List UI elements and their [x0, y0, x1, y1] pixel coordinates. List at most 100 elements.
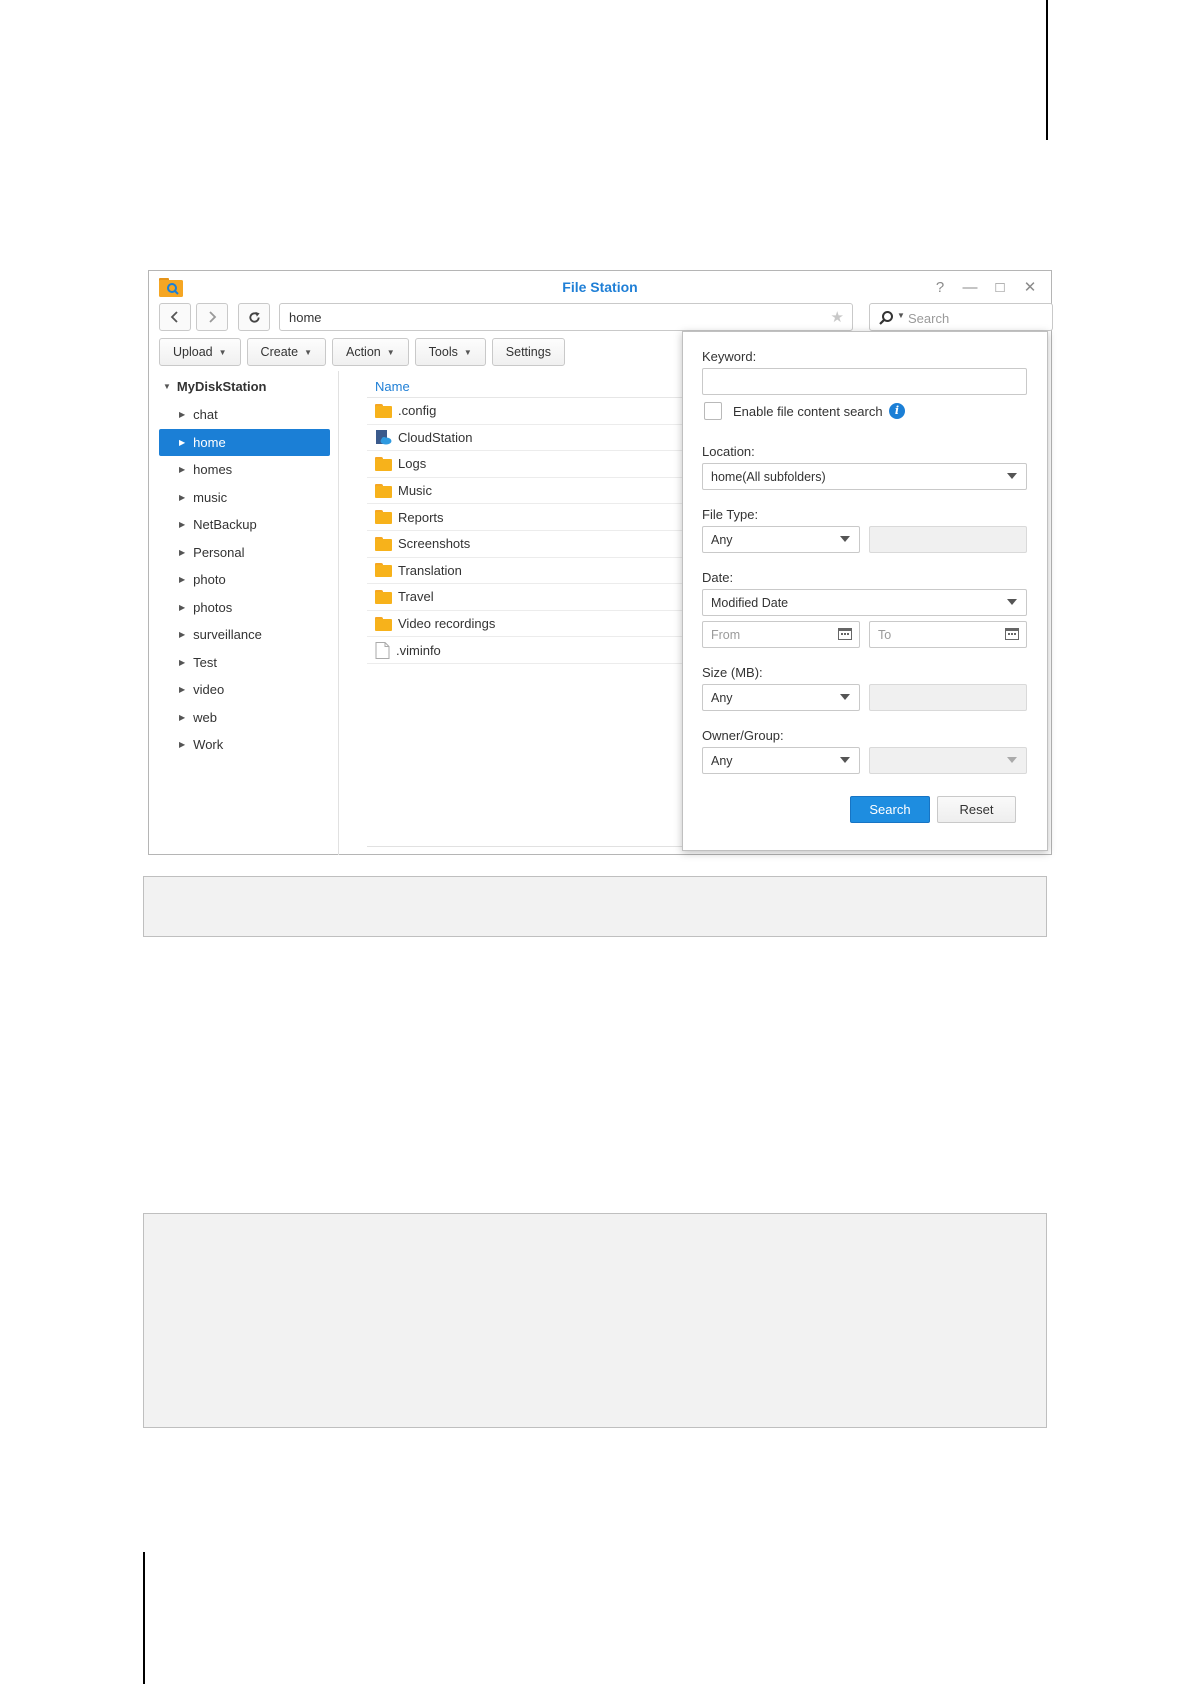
file-icon	[375, 641, 390, 659]
size-select[interactable]: Any	[702, 684, 860, 711]
tree-item-video[interactable]: ▶ video	[159, 676, 330, 704]
caret-down-icon[interactable]: ▼	[897, 311, 905, 320]
keyword-input[interactable]	[702, 368, 1027, 395]
file-row[interactable]: .config	[367, 398, 687, 425]
triangle-right-icon[interactable]: ▶	[179, 658, 185, 667]
create-button[interactable]: Create ▼	[246, 338, 326, 366]
triangle-right-icon[interactable]: ▶	[179, 575, 185, 584]
refresh-button[interactable]	[238, 303, 270, 331]
tree-root[interactable]: ▼ MyDiskStation	[163, 379, 267, 394]
triangle-right-icon[interactable]: ▶	[179, 465, 185, 474]
triangle-right-icon[interactable]: ▶	[179, 630, 185, 639]
triangle-right-icon[interactable]: ▶	[179, 520, 185, 529]
search-input[interactable]: ▼ Search	[869, 303, 1053, 331]
triangle-right-icon[interactable]: ▶	[179, 548, 185, 557]
tree-item-label: surveillance	[193, 627, 262, 643]
date-label: Date:	[702, 570, 734, 585]
file-type-select[interactable]: Any	[702, 526, 860, 553]
tree-item-photos[interactable]: ▶ photos	[159, 594, 330, 622]
location-label: Location:	[702, 444, 755, 459]
info-icon[interactable]: i	[889, 403, 905, 419]
path-input[interactable]: home ★	[279, 303, 853, 331]
close-icon[interactable]: ✕	[1017, 276, 1043, 298]
settings-label: Settings	[505, 345, 551, 359]
action-button[interactable]: Action ▼	[332, 338, 409, 366]
tree-item-music[interactable]: ▶ music	[159, 484, 330, 512]
file-name: CloudStation	[398, 429, 473, 445]
content-search-checkbox[interactable]	[704, 402, 722, 420]
triangle-right-icon[interactable]: ▶	[179, 438, 185, 447]
triangle-right-icon[interactable]: ▶	[179, 713, 185, 722]
tree-item-label: video	[193, 682, 225, 698]
tree-item-label: photos	[193, 599, 233, 615]
tree-item-label: homes	[193, 462, 233, 478]
refresh-icon	[248, 311, 260, 323]
file-row[interactable]: Reports	[367, 504, 687, 531]
reset-button[interactable]: Reset	[937, 796, 1016, 823]
file-row[interactable]: CloudStation	[367, 425, 687, 452]
tree-item-label: NetBackup	[193, 517, 257, 533]
navigation-bar: home ★ ▼ Search	[159, 303, 1053, 331]
triangle-right-icon[interactable]: ▶	[179, 493, 185, 502]
file-rows: .config CloudStation Logs Music Reports …	[367, 398, 687, 664]
tree-item-netbackup[interactable]: ▶ NetBackup	[159, 511, 330, 539]
column-header-name[interactable]: Name	[367, 371, 687, 398]
content-search-label: Enable file content search	[733, 404, 883, 419]
titlebar: File Station ? — □ ✕	[149, 271, 1051, 303]
chevron-left-icon	[170, 311, 178, 323]
date-type-select[interactable]: Modified Date	[702, 589, 1027, 616]
dropdown-caret-icon	[840, 536, 850, 542]
tree-item-photo[interactable]: ▶ photo	[159, 566, 330, 594]
caret-down-icon: ▼	[218, 347, 227, 357]
tree-item-web[interactable]: ▶ web	[159, 704, 330, 732]
tools-button[interactable]: Tools ▼	[414, 338, 486, 366]
window-controls: ? — □ ✕	[927, 276, 1043, 298]
location-select[interactable]: home(All subfolders)	[702, 463, 1027, 490]
calendar-icon[interactable]	[838, 628, 852, 640]
maximize-icon[interactable]: □	[987, 276, 1013, 298]
search-button[interactable]: Search	[850, 796, 930, 823]
file-row[interactable]: Video recordings	[367, 611, 687, 638]
help-icon[interactable]: ?	[927, 276, 953, 298]
date-from-input[interactable]: From	[702, 621, 860, 648]
file-row[interactable]: .viminfo	[367, 637, 687, 664]
owner-group-label: Owner/Group:	[702, 728, 784, 743]
keyword-label: Keyword:	[702, 349, 757, 364]
file-row[interactable]: Logs	[367, 451, 687, 478]
forward-button[interactable]	[196, 303, 228, 331]
location-value: home(All subfolders)	[711, 470, 826, 484]
file-row[interactable]: Travel	[367, 584, 687, 611]
path-text: home	[289, 310, 322, 325]
tree-item-work[interactable]: ▶ Work	[159, 731, 330, 759]
folder-icon	[375, 403, 392, 418]
file-row[interactable]: Screenshots	[367, 531, 687, 558]
folder-icon	[375, 510, 392, 525]
tree-items: ▶ chat ▶ home ▶ homes ▶ music ▶ NetBackup ▶ Pe…	[159, 401, 330, 759]
tree-item-surveillance[interactable]: ▶ surveillance	[159, 621, 330, 649]
tree-item-test[interactable]: ▶ Test	[159, 649, 330, 677]
settings-button[interactable]: Settings	[491, 338, 565, 366]
tree-item-home[interactable]: ▶ home	[159, 428, 330, 456]
triangle-right-icon[interactable]: ▶	[179, 410, 185, 419]
tree-item-chat[interactable]: ▶ chat	[159, 401, 330, 429]
file-name: Translation	[398, 562, 462, 578]
file-row[interactable]: Music	[367, 478, 687, 505]
triangle-down-icon[interactable]: ▼	[163, 382, 171, 391]
tree-item-personal[interactable]: ▶ Personal	[159, 539, 330, 567]
tree-item-homes[interactable]: ▶ homes	[159, 456, 330, 484]
star-icon[interactable]: ★	[831, 308, 844, 326]
triangle-right-icon[interactable]: ▶	[179, 740, 185, 749]
back-button[interactable]	[159, 303, 191, 331]
owner-select[interactable]: Any	[702, 747, 860, 774]
calendar-icon[interactable]	[1005, 628, 1019, 640]
folder-tree: ▼ MyDiskStation ▶ chat ▶ home ▶ homes ▶ musi…	[149, 371, 339, 855]
file-row[interactable]: Translation	[367, 558, 687, 585]
triangle-right-icon[interactable]: ▶	[179, 685, 185, 694]
window-title: File Station	[562, 279, 638, 295]
caret-down-icon: ▼	[304, 347, 312, 357]
file-type-extension-input	[869, 526, 1027, 553]
date-to-input[interactable]: To	[869, 621, 1027, 648]
upload-button[interactable]: Upload ▼	[159, 338, 241, 366]
minimize-icon[interactable]: —	[957, 276, 983, 298]
triangle-right-icon[interactable]: ▶	[179, 603, 185, 612]
